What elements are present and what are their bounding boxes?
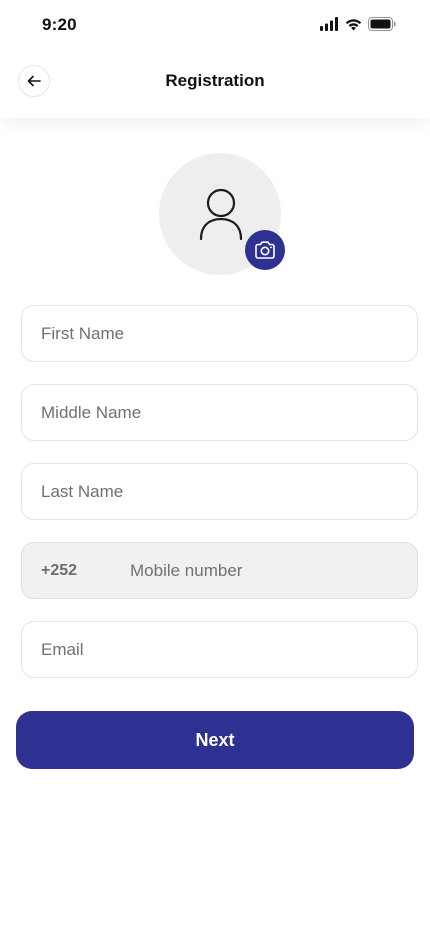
next-button[interactable]: Next (16, 711, 414, 769)
user-icon (199, 188, 243, 240)
status-icons (320, 17, 396, 31)
registration-screen: 9:20 Registration First Name Middle Name… (0, 0, 430, 932)
first-name-field[interactable] (21, 305, 418, 362)
last-name-input[interactable] (22, 464, 417, 519)
email-field[interactable] (21, 621, 418, 678)
last-name-field[interactable] (21, 463, 418, 520)
camera-icon (255, 241, 275, 259)
middle-name-field[interactable] (21, 384, 418, 441)
status-time: 9:20 (42, 15, 77, 34)
wifi-icon (345, 18, 362, 30)
page-title: Registration (165, 71, 265, 90)
first-name-input[interactable] (22, 306, 417, 361)
middle-name-input[interactable] (22, 385, 417, 440)
mobile-number-field[interactable]: +252 (21, 542, 418, 599)
signal-icon (320, 17, 338, 31)
header: 9:20 Registration (0, 0, 430, 118)
country-code: +252 (41, 561, 78, 579)
upload-photo-button[interactable] (245, 230, 285, 270)
mobile-number-input[interactable] (130, 543, 415, 598)
battery-icon (368, 17, 396, 31)
email-input[interactable] (22, 622, 417, 677)
